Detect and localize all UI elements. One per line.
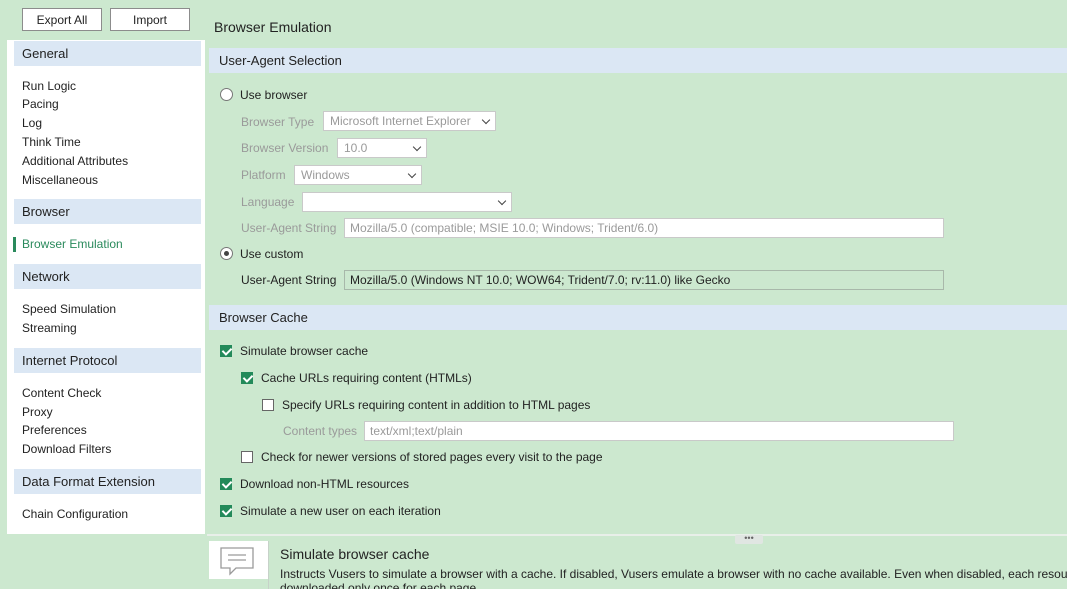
use-custom-label[interactable]: Use custom <box>240 247 303 261</box>
simulate-cache-label[interactable]: Simulate browser cache <box>240 344 368 358</box>
active-indicator <box>13 237 16 252</box>
nav-item-content-check[interactable]: Content Check <box>22 386 101 401</box>
ua-string-browser-label: User-Agent String <box>241 221 337 235</box>
new-user-checkbox[interactable] <box>220 505 232 517</box>
browser-version-select[interactable]: 10.0 <box>337 138 427 158</box>
nav-item-streaming[interactable]: Streaming <box>22 321 77 336</box>
language-select[interactable] <box>302 192 512 212</box>
check-newer-checkbox[interactable] <box>241 451 253 463</box>
language-label: Language <box>241 195 295 209</box>
content-types-label: Content types <box>283 424 358 438</box>
download-non-html-label[interactable]: Download non-HTML resources <box>240 477 409 491</box>
info-description: Instructs Vusers to simulate a browser w… <box>280 567 1067 589</box>
specify-urls-label[interactable]: Specify URLs requiring content in additi… <box>282 398 590 412</box>
nav-header-general: General <box>14 41 201 66</box>
nav-item-chain-configuration[interactable]: Chain Configuration <box>22 507 128 522</box>
nav-item-log[interactable]: Log <box>22 116 42 131</box>
page-title: Browser Emulation <box>214 19 332 35</box>
browser-version-value: 10.0 <box>344 141 368 155</box>
nav-item-proxy[interactable]: Proxy <box>22 405 53 420</box>
ua-string-custom-label: User-Agent String <box>241 273 337 287</box>
browser-version-label: Browser Version <box>241 141 329 155</box>
info-title: Simulate browser cache <box>280 546 430 562</box>
new-user-label[interactable]: Simulate a new user on each iteration <box>240 504 441 518</box>
main-panel: Browser Emulation User-Agent Selection U… <box>207 0 1067 589</box>
platform-value: Windows <box>301 168 350 182</box>
nav-header-browser: Browser <box>14 199 201 224</box>
use-browser-radio[interactable] <box>220 88 233 101</box>
chevron-down-icon <box>407 169 417 179</box>
check-newer-label[interactable]: Check for newer versions of stored pages… <box>261 450 603 464</box>
splitter-grip[interactable]: ••• <box>735 534 763 544</box>
platform-select[interactable]: Windows <box>294 165 422 185</box>
chevron-down-icon <box>412 142 422 152</box>
section-header-browser-cache: Browser Cache <box>209 305 1067 330</box>
nav-item-miscellaneous[interactable]: Miscellaneous <box>22 173 98 188</box>
nav-item-preferences[interactable]: Preferences <box>22 423 87 438</box>
nav-item-speed-simulation[interactable]: Speed Simulation <box>22 302 116 317</box>
left-panel: Export All Import General Run Logic Paci… <box>0 0 207 589</box>
specify-urls-checkbox[interactable] <box>262 399 274 411</box>
info-separator <box>268 541 269 589</box>
use-custom-radio[interactable] <box>220 247 233 260</box>
ua-string-custom-input[interactable]: Mozilla/5.0 (Windows NT 10.0; WOW64; Tri… <box>344 270 944 290</box>
nav-item-run-logic[interactable]: Run Logic <box>22 79 76 94</box>
nav-header-network: Network <box>14 264 201 289</box>
browser-type-label: Browser Type <box>241 115 315 129</box>
nav-item-think-time[interactable]: Think Time <box>22 135 81 150</box>
browser-type-select[interactable]: Microsoft Internet Explorer <box>323 111 496 131</box>
nav-item-pacing[interactable]: Pacing <box>22 97 59 112</box>
info-icon-box <box>209 541 268 579</box>
nav-item-download-filters[interactable]: Download Filters <box>22 442 111 457</box>
info-description-line-2: downloaded only once for each page. <box>280 581 480 589</box>
browser-type-value: Microsoft Internet Explorer <box>330 114 471 128</box>
export-all-button[interactable]: Export All <box>22 8 102 31</box>
nav-header-internet-protocol: Internet Protocol <box>14 348 201 373</box>
panel-splitter[interactable] <box>207 534 1067 536</box>
nav-item-browser-emulation[interactable]: Browser Emulation <box>22 237 123 252</box>
section-header-user-agent: User-Agent Selection <box>209 48 1067 73</box>
info-description-line-1: Instructs Vusers to simulate a browser w… <box>280 567 1067 581</box>
cache-urls-checkbox[interactable] <box>241 372 253 384</box>
import-button[interactable]: Import <box>110 8 190 31</box>
ua-string-browser-input[interactable]: Mozilla/5.0 (compatible; MSIE 10.0; Wind… <box>344 218 944 238</box>
download-non-html-checkbox[interactable] <box>220 478 232 490</box>
nav-item-additional-attributes[interactable]: Additional Attributes <box>22 154 128 169</box>
simulate-cache-checkbox[interactable] <box>220 345 232 357</box>
use-browser-label[interactable]: Use browser <box>240 88 307 102</box>
platform-label: Platform <box>241 168 286 182</box>
cache-urls-label[interactable]: Cache URLs requiring content (HTMLs) <box>261 371 472 385</box>
chevron-down-icon <box>481 115 491 125</box>
chevron-down-icon <box>497 196 507 206</box>
comment-icon <box>220 547 254 576</box>
nav-header-data-format-extension: Data Format Extension <box>14 469 201 494</box>
settings-nav: General Run Logic Pacing Log Think Time … <box>7 40 205 534</box>
content-types-input[interactable]: text/xml;text/plain <box>364 421 954 441</box>
